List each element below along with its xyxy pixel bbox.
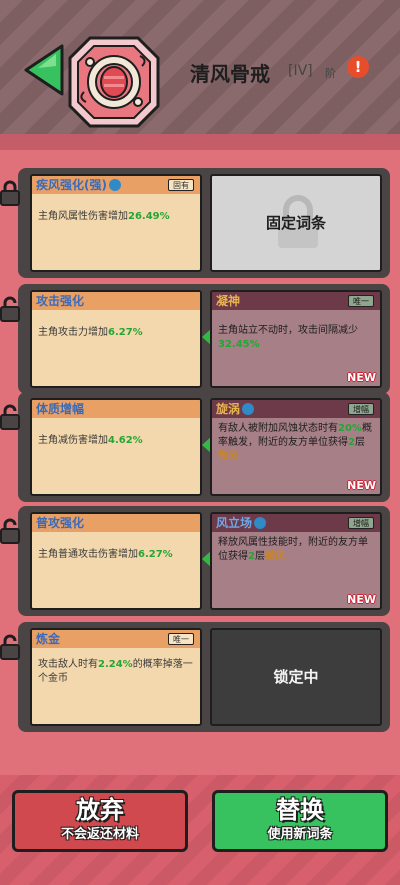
affix-badge: 唯一 (168, 633, 194, 645)
wind-element-icon (242, 403, 255, 415)
affix-row-3: 体质增幅 主角减伤害增加4.62% 旋涡 增幅 有敌人被附加风蚀状态时有20%概… (0, 392, 390, 502)
header-divider (0, 134, 400, 150)
affix-value: 4.62% (108, 435, 143, 446)
current-affix-card[interactable]: 攻击强化 主角攻击力增加6.27% (30, 290, 202, 388)
affix-value: 6.27% (138, 549, 173, 560)
abandon-button[interactable]: 放弃 不会返还材料 (12, 790, 188, 852)
affix-title: 体质增幅 (36, 402, 85, 416)
replace-label: 替换 (276, 796, 324, 824)
lock-open-icon[interactable] (0, 296, 20, 322)
affix-badge: 固有 (168, 179, 194, 191)
locked-affix-slot: 锁定中 (210, 628, 382, 726)
affix-row-1: 疾风强化(强) 固有 主角风属性伤害增加26.49% 固定词条 (0, 168, 390, 278)
affix-desc: 有敌人被附加风蚀状态时有 (218, 423, 338, 434)
affix-title: 风立场 (216, 516, 253, 530)
affix-title: 普攻强化 (36, 516, 85, 530)
affix-desc: 攻击敌人时有 (38, 659, 98, 670)
new-tag: NEW (347, 593, 376, 606)
replace-sublabel: 使用新词条 (267, 827, 333, 842)
new-tag: NEW (347, 371, 376, 384)
abandon-label: 放弃 (76, 796, 124, 824)
wind-element-icon (254, 517, 267, 529)
affix-row-2: 攻击强化 主角攻击力增加6.27% 凝神 唯一 主角站立不动时，攻击间隔减少 32… (0, 284, 390, 394)
affix-row-4: 普攻强化 主角普通攻击伤害增加6.27% 风立场 增幅 释放风属性技能时，附近的… (0, 506, 390, 616)
affix-value: 6.27% (108, 327, 143, 338)
bone-ring-icon (68, 36, 160, 128)
item-tier-suffix: 阶 (325, 67, 336, 80)
fixed-affix-label: 固定词条 (265, 214, 326, 232)
affix-value: 2.24% (98, 659, 133, 670)
affix-title: 炼金 (36, 632, 61, 646)
affix-desc: 主角站立不动时，攻击间隔减少 (218, 325, 358, 336)
abandon-sublabel: 不会返还材料 (60, 827, 139, 842)
current-affix-card[interactable]: 疾风强化(强) 固有 主角风属性伤害增加26.49% (30, 174, 202, 272)
affix-desc: 释放风属性技能时，附近的友方单位获得 (218, 537, 368, 562)
item-name: 清风骨戒 (190, 62, 270, 86)
lock-open-icon[interactable] (0, 518, 20, 544)
affix-desc-mid2: 层 (354, 437, 365, 448)
affix-keyword[interactable]: 微风 (265, 551, 285, 562)
warning-icon[interactable]: ! (347, 56, 369, 78)
affix-badge: 增幅 (348, 517, 374, 529)
wind-element-icon (108, 179, 121, 191)
affix-desc: 主角攻击力增加 (38, 327, 108, 338)
replace-button[interactable]: 替换 使用新词条 (212, 790, 388, 852)
affix-title: 攻击强化 (36, 294, 85, 308)
affix-desc: 主角减伤害增加 (38, 435, 108, 446)
affix-keyword[interactable]: 微风 (218, 451, 238, 462)
affix-value: 26.49% (128, 211, 170, 222)
affix-value-2: 2 (348, 437, 355, 448)
lock-open-icon[interactable] (0, 634, 20, 660)
current-affix-card[interactable]: 普攻强化 主角普通攻击伤害增加6.27% (30, 512, 202, 610)
affix-badge: 唯一 (348, 295, 374, 307)
lock-open-icon[interactable] (0, 404, 20, 430)
new-affix-card[interactable]: 凝神 唯一 主角站立不动时，攻击间隔减少 32.45% NEW (210, 290, 382, 388)
affix-desc: 主角风属性伤害增加 (38, 211, 128, 222)
new-tag: NEW (347, 479, 376, 492)
affix-title: 疾风强化(强) (36, 178, 107, 192)
affix-desc: 主角普通攻击伤害增加 (38, 549, 138, 560)
current-affix-card[interactable]: 体质增幅 主角减伤害增加4.62% (30, 398, 202, 496)
locked-label: 锁定中 (273, 668, 319, 686)
affix-badge: 增幅 (348, 403, 374, 415)
affix-value: 20% (338, 423, 362, 434)
affix-desc-mid: 层 (254, 551, 265, 562)
fixed-affix-slot: 固定词条 (210, 174, 382, 272)
current-affix-card[interactable]: 炼金 唯一 攻击敌人时有2.24%的概率掉落一个金币 (30, 628, 202, 726)
back-arrow-icon[interactable] (22, 44, 66, 96)
affix-value: 32.45% (218, 339, 260, 350)
affix-row-5: 炼金 唯一 攻击敌人时有2.24%的概率掉落一个金币 锁定中 (0, 622, 390, 732)
new-affix-card[interactable]: 旋涡 增幅 有敌人被附加风蚀状态时有20%概率触发，附近的友方单位获得2层微风 … (210, 398, 382, 496)
affix-title: 凝神 (216, 294, 241, 308)
new-affix-card[interactable]: 风立场 增幅 释放风属性技能时，附近的友方单位获得2层微风 NEW (210, 512, 382, 610)
item-tier: [IV] (288, 63, 313, 79)
affix-title: 旋涡 (216, 402, 241, 416)
affix-value: 2 (248, 551, 255, 562)
lock-closed-icon[interactable] (0, 180, 20, 206)
